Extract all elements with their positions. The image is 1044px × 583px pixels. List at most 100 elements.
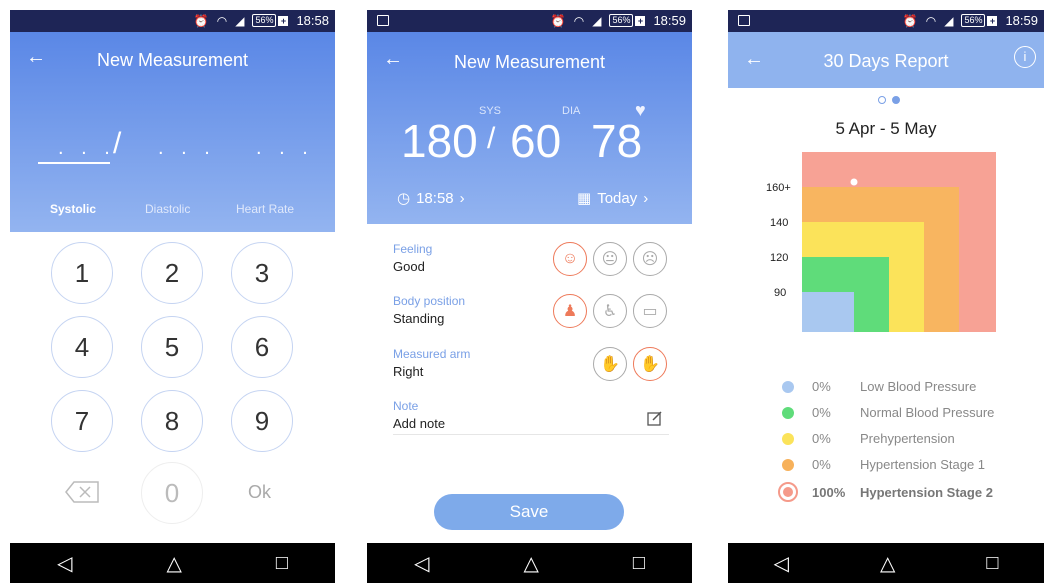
status-time: 18:59 bbox=[653, 13, 686, 28]
heart-rate-label[interactable]: Heart Rate bbox=[236, 202, 294, 216]
screen-30-days-report: ⏰ ◠ ◢ 56% + 18:59 ← 30 Days Report i 5 Ap… bbox=[728, 10, 1044, 583]
systolic-label[interactable]: Systolic bbox=[50, 202, 96, 216]
gallery-notification-icon bbox=[377, 15, 389, 26]
y-tick-140: 140 bbox=[770, 217, 789, 229]
recents-nav-icon[interactable]: □ bbox=[276, 552, 288, 575]
feeling-neutral-icon[interactable]: 😐 bbox=[593, 242, 627, 276]
gallery-notification-icon bbox=[738, 15, 750, 26]
row-label: Feeling bbox=[393, 242, 433, 256]
feeling-good-icon[interactable]: ☺ bbox=[553, 242, 587, 276]
key-1[interactable]: 1 bbox=[51, 242, 113, 304]
info-icon[interactable]: i bbox=[1014, 46, 1036, 68]
heart-rate-input[interactable]: . . . bbox=[256, 137, 314, 160]
page-indicator bbox=[878, 96, 900, 104]
recents-nav-icon[interactable]: □ bbox=[633, 552, 645, 575]
sitting-icon[interactable]: ♿ bbox=[593, 294, 627, 328]
y-tick-160: 160+ bbox=[766, 182, 791, 194]
row-label: Measured arm bbox=[393, 347, 471, 361]
key-9[interactable]: 9 bbox=[231, 390, 293, 452]
date-value: Today bbox=[597, 189, 638, 207]
edit-icon[interactable] bbox=[647, 410, 663, 426]
key-3[interactable]: 3 bbox=[231, 242, 293, 304]
separator-slash: / bbox=[113, 127, 122, 160]
systolic-input[interactable]: . . . bbox=[58, 137, 116, 160]
right-arm-icon[interactable]: ✋ bbox=[633, 347, 667, 381]
diastolic-input[interactable]: . . . bbox=[158, 137, 216, 160]
sys-label: SYS bbox=[479, 105, 502, 117]
screen-new-measurement-details: ⏰ ◠ ◢ 56% + 18:59 ← New Measurement SYS D… bbox=[367, 10, 692, 583]
nav-bar: ◁ △ □ bbox=[10, 543, 335, 583]
page-title: New Measurement bbox=[453, 52, 606, 72]
back-nav-icon[interactable]: ◁ bbox=[57, 551, 72, 576]
note-input[interactable]: Add note bbox=[393, 416, 669, 431]
signal-icon: ◢ bbox=[235, 13, 245, 28]
page-dot[interactable] bbox=[878, 96, 886, 104]
status-bar: ⏰ ◠ ◢ 56% + 18:58 bbox=[10, 10, 335, 32]
alarm-icon: ⏰ bbox=[550, 13, 566, 28]
back-nav-icon[interactable]: ◁ bbox=[774, 551, 789, 576]
row-label: Note bbox=[393, 399, 419, 413]
header: ← New Measurement . . . / . . . . . . Sy… bbox=[10, 32, 335, 232]
key-2[interactable]: 2 bbox=[141, 242, 203, 304]
wifi-icon: ◠ bbox=[216, 13, 228, 28]
battery-indicator: 56% + bbox=[609, 14, 646, 27]
wifi-icon: ◠ bbox=[573, 13, 585, 28]
lying-icon[interactable]: ▭ bbox=[633, 294, 667, 328]
measurement-point bbox=[850, 178, 858, 186]
legend-dot bbox=[782, 432, 794, 445]
feeling-bad-icon[interactable]: ☹ bbox=[633, 242, 667, 276]
active-field-underline bbox=[38, 162, 110, 164]
y-tick-120: 120 bbox=[770, 252, 789, 264]
wifi-icon: ◠ bbox=[925, 13, 937, 28]
legend-label: Hypertension Stage 2 bbox=[860, 484, 993, 500]
legend-item-stage-1: 0% Hypertension Stage 1 bbox=[782, 457, 985, 472]
note-row[interactable]: Note Add note bbox=[393, 399, 669, 431]
key-7[interactable]: 7 bbox=[51, 390, 113, 452]
recents-nav-icon[interactable]: □ bbox=[986, 552, 998, 575]
status-bar: ⏰ ◠ ◢ 56% + 18:59 bbox=[367, 10, 692, 32]
save-button[interactable]: Save bbox=[434, 494, 624, 530]
row-value: Good bbox=[393, 259, 425, 274]
feeling-row: Feeling Good bbox=[393, 242, 669, 274]
row-value: Standing bbox=[393, 311, 445, 326]
home-nav-icon[interactable]: △ bbox=[166, 551, 181, 576]
status-bar: ⏰ ◠ ◢ 56% + 18:59 bbox=[728, 10, 1044, 32]
back-nav-icon[interactable]: ◁ bbox=[414, 551, 429, 576]
signal-icon: ◢ bbox=[944, 13, 954, 28]
backspace-icon[interactable] bbox=[64, 480, 100, 504]
calendar-icon: ▦ bbox=[577, 190, 592, 207]
diastolic-label[interactable]: Diastolic bbox=[145, 202, 190, 216]
date-selector[interactable]: ▦ Today › bbox=[577, 189, 648, 208]
key-6[interactable]: 6 bbox=[231, 316, 293, 378]
key-4[interactable]: 4 bbox=[51, 316, 113, 378]
value-separator: / bbox=[487, 122, 496, 155]
nav-bar: ◁ △ □ bbox=[367, 543, 692, 583]
legend-label: Prehypertension bbox=[860, 431, 955, 446]
zone-low bbox=[802, 292, 854, 332]
legend-item-stage-2: 100% Hypertension Stage 2 bbox=[778, 482, 993, 502]
legend-label: Normal Blood Pressure bbox=[860, 405, 995, 420]
page-dot-active[interactable] bbox=[892, 96, 900, 104]
status-time: 18:58 bbox=[296, 13, 329, 28]
key-8[interactable]: 8 bbox=[141, 390, 203, 452]
legend-item-low: 0% Low Blood Pressure bbox=[782, 379, 976, 394]
key-5[interactable]: 5 bbox=[141, 316, 203, 378]
body-position-row: Body position Standing bbox=[393, 294, 669, 326]
time-selector[interactable]: ◷ 18:58 › bbox=[397, 189, 465, 208]
key-0[interactable]: 0 bbox=[141, 462, 203, 524]
ok-button[interactable]: Ok bbox=[248, 482, 271, 503]
time-value: 18:58 bbox=[416, 189, 454, 207]
home-nav-icon[interactable]: △ bbox=[523, 551, 538, 576]
home-nav-icon[interactable]: △ bbox=[880, 551, 895, 576]
left-arm-icon[interactable]: ✋ bbox=[593, 347, 627, 381]
page-title: New Measurement bbox=[96, 50, 249, 70]
nav-bar: ◁ △ □ bbox=[728, 543, 1044, 583]
divider bbox=[393, 434, 669, 435]
dia-label: DIA bbox=[562, 105, 581, 117]
legend-dot bbox=[782, 406, 794, 419]
page-title: 30 Days Report bbox=[823, 51, 949, 71]
standing-icon[interactable]: ♟ bbox=[553, 294, 587, 328]
legend-label: Hypertension Stage 1 bbox=[860, 457, 986, 472]
legend-label: Low Blood Pressure bbox=[860, 379, 977, 394]
battery-indicator: 56% + bbox=[252, 14, 289, 27]
